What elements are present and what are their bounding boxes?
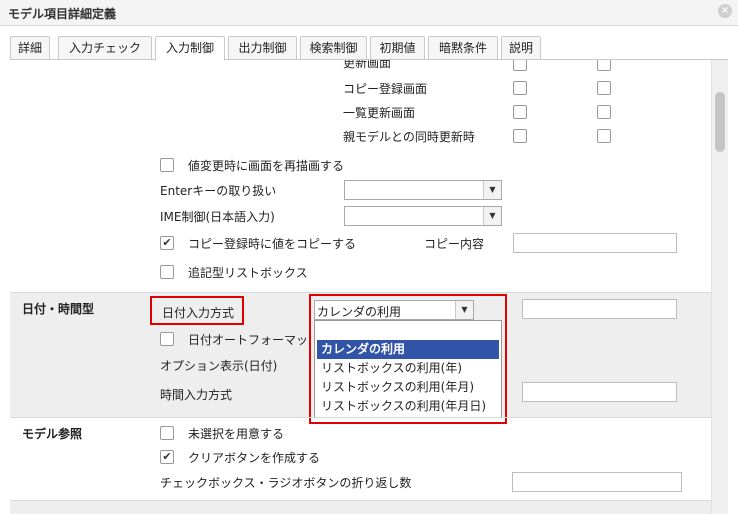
close-icon[interactable]: × bbox=[718, 4, 732, 18]
row-label-copy-register-screen: コピー登録画面 bbox=[343, 82, 428, 96]
vertical-scrollbar[interactable] bbox=[711, 60, 728, 514]
tab-input-control[interactable]: 入力制御 bbox=[155, 36, 225, 61]
copy-content-input[interactable] bbox=[513, 233, 677, 253]
tab-description[interactable]: 説明 bbox=[501, 36, 541, 60]
date-extra-input[interactable] bbox=[522, 299, 677, 319]
checkbox-parent-sync-b[interactable] bbox=[597, 129, 611, 143]
wrap-count-input[interactable] bbox=[512, 472, 682, 492]
ime-control-label: IME制御(日本語入力) bbox=[160, 210, 275, 224]
copy-content-label: コピー内容 bbox=[424, 237, 485, 251]
dropdown-option[interactable]: リストボックスの利用(年月日) bbox=[317, 397, 486, 416]
auto-format-checkbox[interactable] bbox=[160, 332, 174, 346]
chevron-down-icon: ▼ bbox=[455, 301, 473, 319]
scrollbar-thumb[interactable] bbox=[715, 92, 725, 152]
copy-value-checkbox[interactable]: ✔ bbox=[160, 236, 174, 250]
redraw-checkbox[interactable] bbox=[160, 158, 174, 172]
checkbox-copy-register-a[interactable] bbox=[513, 81, 527, 95]
checkbox-list-update-a[interactable] bbox=[513, 105, 527, 119]
tab-input-check[interactable]: 入力チェック bbox=[58, 36, 152, 60]
clear-button-checkbox[interactable]: ✔ bbox=[160, 450, 174, 464]
date-input-select-value: カレンダの利用 bbox=[317, 305, 402, 319]
time-extra-input[interactable] bbox=[522, 382, 677, 402]
unselected-label: 未選択を用意する bbox=[188, 427, 285, 441]
tab-output-control[interactable]: 出力制御 bbox=[228, 36, 297, 60]
section-divider bbox=[10, 417, 711, 418]
dropdown-option[interactable]: リストボックスの利用(年) bbox=[317, 359, 462, 378]
append-list-checkbox[interactable] bbox=[160, 265, 174, 279]
dropdown-option[interactable]: カレンダの利用 bbox=[317, 340, 499, 359]
dialog-titlebar: モデル項目詳細定義 × bbox=[0, 0, 738, 26]
date-input-dropdown: カレンダの利用 リストボックスの利用(年) リストボックスの利用(年月) リスト… bbox=[314, 320, 502, 418]
row-label-update-screen: 更新画面 bbox=[343, 60, 392, 70]
dropdown-option[interactable]: リストボックスの利用(年月) bbox=[317, 378, 474, 397]
enter-key-select[interactable]: ▼ bbox=[344, 180, 502, 200]
tab-search-control[interactable]: 検索制御 bbox=[300, 36, 367, 60]
row-label-list-update-screen: 一覧更新画面 bbox=[343, 106, 416, 120]
option-display-label: オプション表示(日付) bbox=[160, 359, 278, 373]
next-section bbox=[10, 501, 711, 514]
time-input-label: 時間入力方式 bbox=[160, 388, 233, 402]
model-ref-section-title: モデル参照 bbox=[22, 427, 83, 441]
checkbox-update-screen-b[interactable] bbox=[597, 60, 611, 71]
checkbox-update-screen-a[interactable] bbox=[513, 60, 527, 71]
row-label-parent-sync-update: 親モデルとの同時更新時 bbox=[343, 130, 475, 144]
date-input-label: 日付入力方式 bbox=[162, 306, 235, 320]
append-list-label: 追記型リストボックス bbox=[188, 266, 308, 280]
chevron-down-icon: ▼ bbox=[483, 181, 501, 199]
auto-format-label: 日付オートフォーマット bbox=[188, 333, 308, 347]
clear-button-label: クリアボタンを作成する bbox=[188, 451, 321, 465]
checkbox-copy-register-b[interactable] bbox=[597, 81, 611, 95]
unselected-checkbox[interactable] bbox=[160, 426, 174, 440]
tab-initial-value[interactable]: 初期値 bbox=[370, 36, 425, 60]
checkbox-parent-sync-a[interactable] bbox=[513, 129, 527, 143]
copy-value-label: コピー登録時に値をコピーする bbox=[188, 237, 357, 251]
wrap-count-label: チェックボックス・ラジオボタンの折り返し数 bbox=[160, 476, 412, 490]
datetime-section-title: 日付・時間型 bbox=[22, 302, 95, 316]
tab-detail[interactable]: 詳細 bbox=[10, 36, 50, 60]
tab-content: 更新画面 コピー登録画面 一覧更新画面 親モデルとの同時更新時 値変更時に画面を… bbox=[10, 60, 728, 514]
chevron-down-icon: ▼ bbox=[483, 207, 501, 225]
tab-implicit-condition[interactable]: 暗黙条件 bbox=[428, 36, 498, 60]
enter-key-label: Enterキーの取り扱い bbox=[160, 184, 277, 198]
date-input-select[interactable]: カレンダの利用 ▼ bbox=[314, 300, 474, 320]
dialog-title: モデル項目詳細定義 bbox=[8, 7, 117, 21]
ime-control-select[interactable]: ▼ bbox=[344, 206, 502, 226]
checkbox-list-update-b[interactable] bbox=[597, 105, 611, 119]
redraw-label: 値変更時に画面を再描画する bbox=[188, 159, 345, 173]
